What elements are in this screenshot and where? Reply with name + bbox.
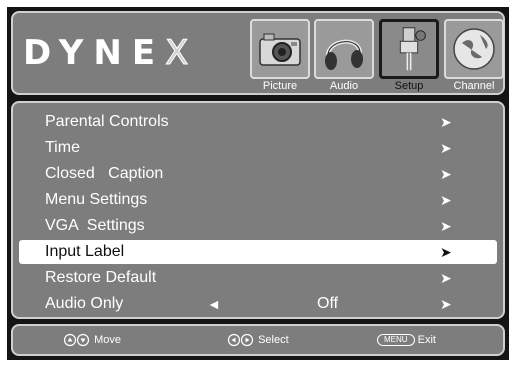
camera-icon [250, 19, 310, 79]
tab-label: Channel [453, 80, 495, 92]
menu-item-label: VGA Settings [45, 217, 145, 234]
dynex-logo: DYNEX [23, 33, 199, 74]
menu-item-label: Restore Default [45, 269, 157, 286]
exit-label: Exit [417, 334, 436, 346]
menu-item-label: Parental Controls [45, 113, 169, 130]
chevron-right-icon: ➤ [440, 140, 452, 156]
setup-menu-panel: Parental Controls ➤ Time ➤ Closed Captio… [11, 101, 505, 319]
left-right-buttons-icon [227, 333, 254, 347]
move-hint: Move [63, 326, 121, 354]
chevron-left-icon[interactable]: ◄ [207, 292, 221, 316]
chevron-right-icon: ➤ [440, 218, 452, 234]
menu-item-input-label[interactable]: Input Label ➤ [19, 240, 497, 264]
select-hint: Select [227, 326, 289, 354]
tab-picture[interactable]: Picture [250, 19, 314, 92]
headphones-icon [314, 19, 374, 79]
chevron-right-icon: ➤ [440, 192, 452, 208]
menu-item-label: Time [45, 139, 80, 156]
move-label: Move [94, 334, 121, 346]
select-label: Select [258, 334, 289, 346]
setup-connector-icon [379, 19, 439, 79]
globe-icon [444, 19, 504, 79]
audio-only-value: Off [317, 295, 339, 312]
chevron-right-icon[interactable]: ➤ [440, 292, 452, 316]
menu-item-closed-caption[interactable]: Closed Caption ➤ [19, 162, 497, 186]
footer-hint-bar: Move Select MENU Exit [11, 324, 505, 356]
tab-setup[interactable]: Setup [379, 19, 443, 92]
tab-audio[interactable]: Audio [314, 19, 378, 92]
menu-item-label: Menu Settings [45, 191, 148, 208]
menu-item-label: Input Label [45, 243, 125, 260]
menu-item-time[interactable]: Time ➤ [19, 136, 497, 160]
header-panel: DYNEX Picture Audio Setup Channel [11, 11, 505, 95]
menu-key-icon: MENU [377, 334, 415, 347]
tab-label: Audio [329, 80, 359, 92]
tab-label: Picture [262, 80, 298, 92]
chevron-right-icon: ➤ [440, 114, 452, 130]
menu-item-audio-only[interactable]: Audio Only ◄ Off ➤ [19, 292, 497, 316]
menu-item-parental-controls[interactable]: Parental Controls ➤ [19, 110, 497, 134]
tab-channel[interactable]: Channel [444, 19, 508, 92]
tab-label: Setup [394, 80, 424, 92]
chevron-right-icon: ➤ [440, 166, 452, 182]
osd-menu: DYNEX Picture Audio Setup Channel Parent… [7, 7, 509, 360]
menu-item-label: Closed Caption [45, 165, 164, 182]
menu-item-vga-settings[interactable]: VGA Settings ➤ [19, 214, 497, 238]
menu-item-label: Audio Only [45, 295, 124, 312]
chevron-right-icon: ➤ [440, 244, 452, 260]
chevron-right-icon: ➤ [440, 270, 452, 286]
menu-item-menu-settings[interactable]: Menu Settings ➤ [19, 188, 497, 212]
exit-hint: MENU Exit [377, 326, 436, 354]
menu-item-restore-default[interactable]: Restore Default ➤ [19, 266, 497, 290]
up-down-buttons-icon [63, 333, 90, 347]
